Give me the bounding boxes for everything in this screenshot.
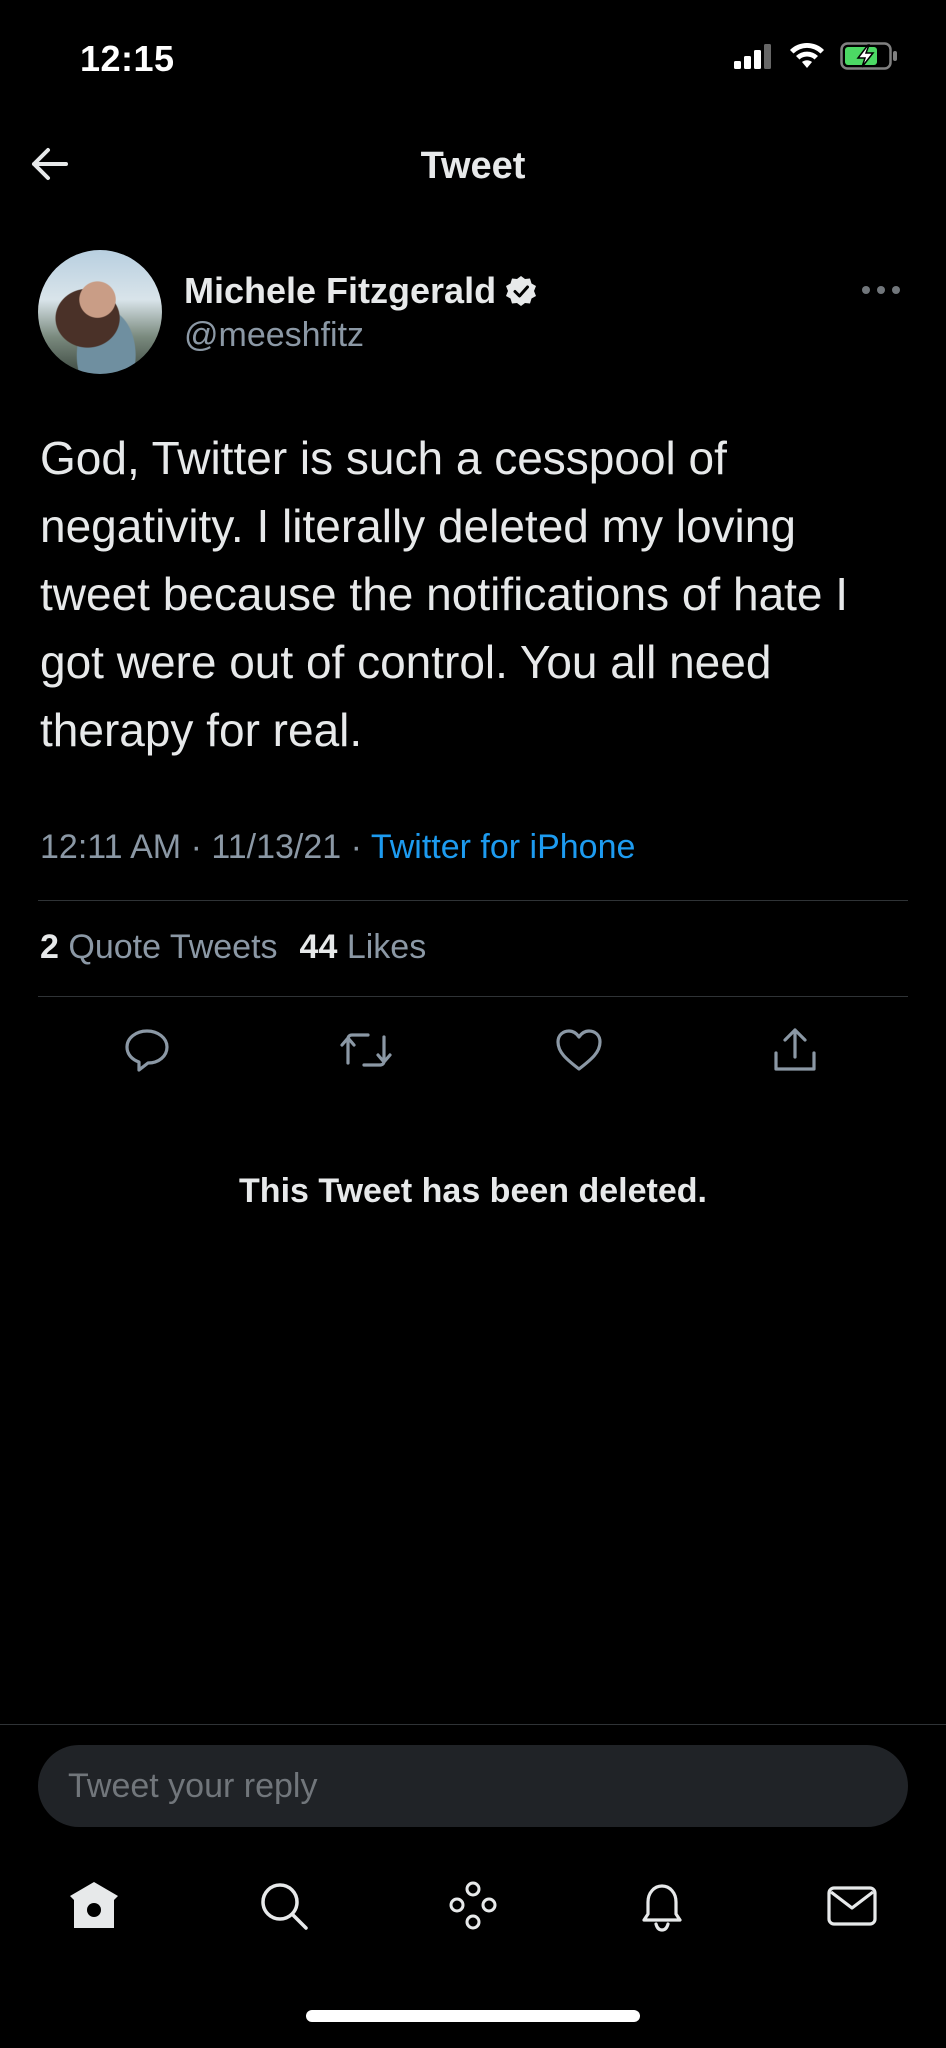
quote-tweets-count: 2 [40,928,59,966]
tab-search[interactable] [256,1878,312,1934]
tab-bar [0,1878,946,1938]
status-icons [734,42,898,70]
tab-home[interactable] [66,1878,122,1934]
search-icon [256,1878,312,1934]
tweet-date: 11/13/21 [211,828,342,866]
tweet-text: God, Twitter is such a cesspool of negat… [40,432,849,756]
share-icon [770,1025,820,1075]
author-name-label: Michele Fitzgerald [184,270,497,311]
reply-input[interactable] [38,1765,908,1807]
divider [0,1724,946,1725]
meta-separator: · [350,828,362,866]
more-options-button[interactable] [856,270,906,310]
share-button[interactable] [770,1025,820,1075]
likes-count: 44 [299,928,338,966]
page-title: Tweet [420,145,526,187]
divider [38,996,908,997]
retweet-button[interactable] [338,1025,392,1075]
divider [38,900,908,901]
retweet-icon [338,1025,392,1075]
tab-notifications[interactable] [634,1878,690,1934]
author-name[interactable]: Michele Fitzgerald [184,270,538,312]
like-icon [554,1025,604,1075]
quote-tweets-label: Quote Tweets [68,928,278,966]
tweet-meta: 12:11 AM · 11/13/21 · Twitter for iPhone [40,828,635,867]
likes-label: Likes [346,928,427,966]
signal-icon [734,43,774,69]
like-button[interactable] [554,1025,604,1075]
reply-button[interactable] [122,1025,172,1075]
avatar[interactable] [38,250,162,374]
verified-badge-icon [504,274,538,308]
tweet-source-link[interactable]: Twitter for iPhone [371,828,636,866]
tab-spaces[interactable] [445,1878,501,1934]
tweet-actions [0,1025,946,1075]
messages-icon [824,1878,880,1934]
reply-icon [122,1025,172,1075]
more-icon [856,270,906,310]
home-indicator [306,2010,640,2022]
battery-charging-icon [840,42,898,70]
wifi-icon [788,42,826,70]
reply-composer[interactable] [38,1745,908,1827]
tweet-time: 12:11 AM [40,828,182,866]
quote-tweets-stat[interactable]: 2 Quote Tweets [40,928,278,967]
tab-messages[interactable] [824,1878,880,1934]
home-icon [66,1878,122,1934]
notifications-icon [634,1878,690,1934]
status-time: 12:15 [80,38,175,79]
tweet-stats: 2 Quote Tweets 44 Likes [40,928,426,967]
spaces-icon [445,1878,501,1934]
deleted-tweet-notice: This Tweet has been deleted. [239,1172,707,1210]
likes-stat[interactable]: 44 Likes [300,928,427,967]
meta-separator: · [190,828,202,866]
author-handle[interactable]: @meeshfitz [184,316,364,355]
